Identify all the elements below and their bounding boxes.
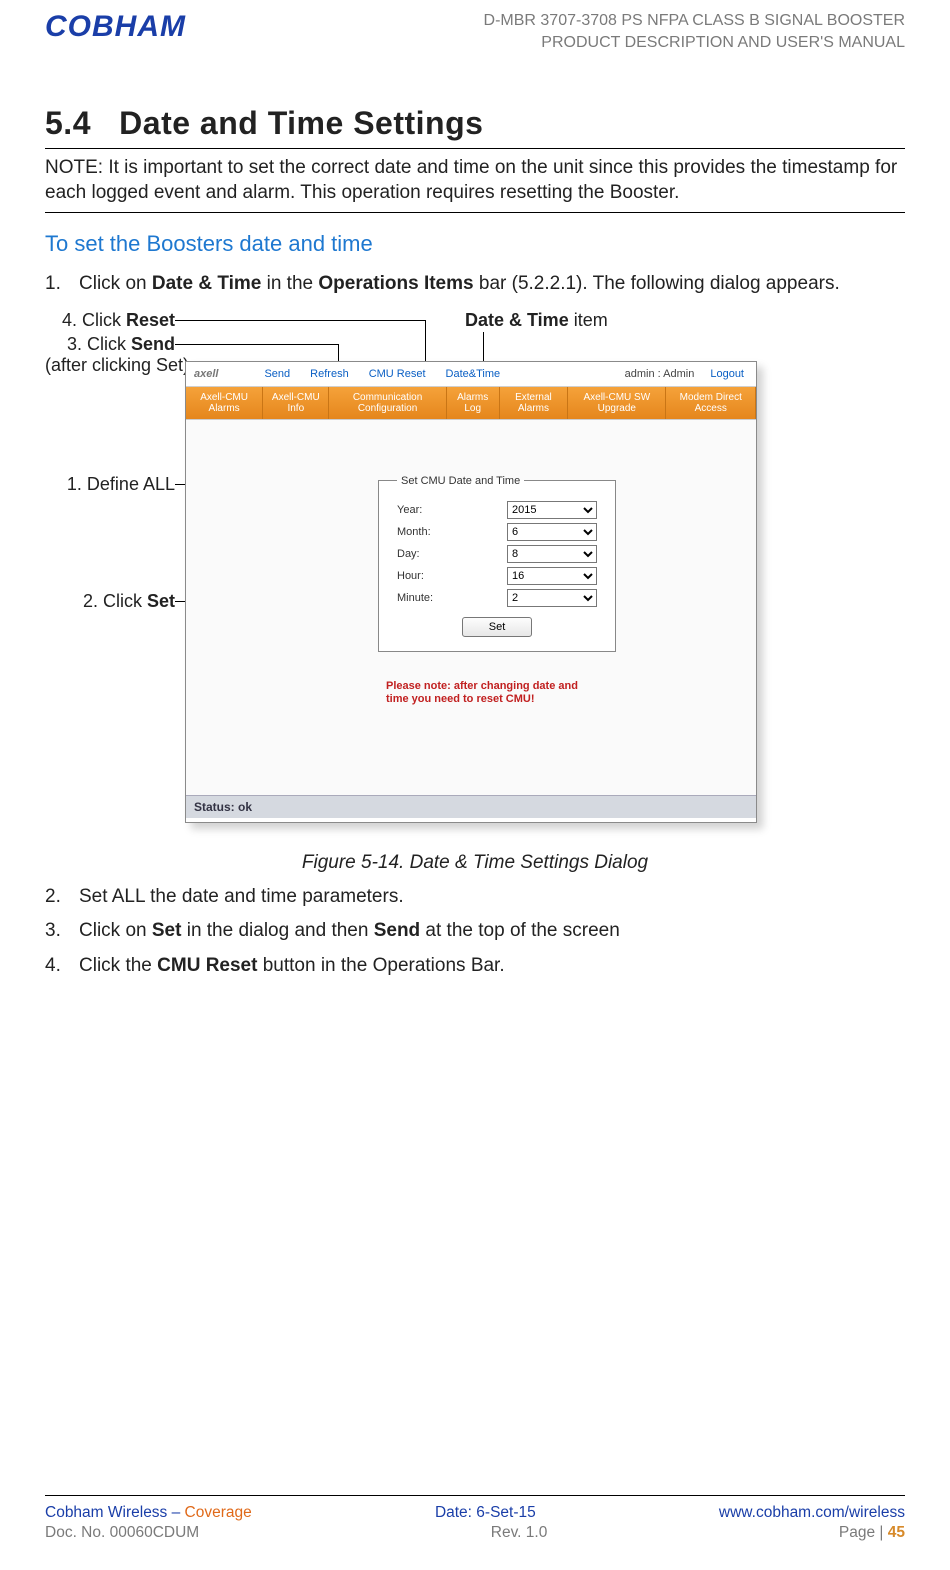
figure-area: Date & Time item 4. Click Reset 3. Click… <box>45 316 905 846</box>
screenshot-content: Set CMU Date and Time Year: 2015 Month: … <box>186 420 756 818</box>
step-3-b: Set <box>152 920 182 941</box>
step-3-number: 3. <box>45 918 61 945</box>
step-1-e: bar (5.2.2.1). The following dialog appe… <box>474 273 840 294</box>
month-select[interactable]: 6 <box>507 523 597 541</box>
step-4-c: button in the Operations Bar. <box>257 955 504 976</box>
step-4-number: 4. <box>45 953 61 980</box>
step-1: 1. Click on Date & Time in the Operation… <box>45 271 905 298</box>
minute-select[interactable]: 2 <box>507 589 597 607</box>
section-heading: 5.4 Date and Time Settings <box>45 105 905 142</box>
link-date-time[interactable]: Date&Time <box>442 368 505 380</box>
step-4-a: Click the <box>79 955 157 976</box>
admin-label: admin : Admin <box>625 368 695 380</box>
hour-label: Hour: <box>397 570 424 582</box>
year-select[interactable]: 2015 <box>507 501 597 519</box>
step-2-number: 2. <box>45 884 61 911</box>
step-1-a: Click on <box>79 273 152 294</box>
callout-send: 3. Click Send (after clicking Set) <box>45 334 175 376</box>
section-number: 5.4 <box>45 105 91 141</box>
footer-page-number: 45 <box>888 1524 905 1541</box>
fieldset-legend: Set CMU Date and Time <box>397 475 524 487</box>
link-refresh[interactable]: Refresh <box>306 368 353 380</box>
footer-page: Page | 45 <box>839 1524 905 1542</box>
footer-company: Cobham Wireless <box>45 1504 167 1521</box>
callout-reset: 4. Click Reset <box>45 310 175 331</box>
step-3-d: Send <box>374 920 420 941</box>
link-send[interactable]: Send <box>260 368 294 380</box>
footer-url: www.cobham.com/wireless <box>719 1504 905 1522</box>
callout-set-b: Set <box>147 591 175 611</box>
date-time-fieldset: Set CMU Date and Time Year: 2015 Month: … <box>378 475 616 652</box>
callout-send-a: 3. Click <box>67 334 131 354</box>
callout-send-b: Send <box>131 334 175 354</box>
footer-dash: – <box>167 1504 184 1521</box>
status-bar: Status: ok <box>186 795 756 818</box>
minute-label: Minute: <box>397 592 433 604</box>
doc-line-1: D-MBR 3707-3708 PS NFPA CLASS B SIGNAL B… <box>484 10 905 32</box>
callout-reset-a: 4. Click <box>62 310 126 330</box>
brand-text: axell <box>194 368 248 380</box>
step-1-d: Operations Items <box>318 273 473 294</box>
warning-text: Please note: after changing date and tim… <box>386 680 596 708</box>
tab-comm-config[interactable]: Communication Configuration <box>329 387 446 419</box>
callout-date-time-rest: item <box>569 310 608 330</box>
tab-sw-upgrade[interactable]: Axell-CMU SW Upgrade <box>568 387 666 419</box>
footer-rev: Rev. 1.0 <box>491 1524 548 1542</box>
callout-send-c: (after clicking Set) <box>45 355 189 376</box>
note-text: NOTE: It is important to set the correct… <box>45 155 905 206</box>
footer-date: Date: 6-Set-15 <box>435 1504 536 1522</box>
note-rule <box>45 212 905 213</box>
footer-page-label: Page | <box>839 1524 888 1541</box>
day-label: Day: <box>397 548 420 560</box>
heading-rule <box>45 148 905 149</box>
section-title-text: Date and Time Settings <box>119 105 483 141</box>
step-4: 4. Click the CMU Reset button in the Ope… <box>45 953 905 980</box>
tab-alarms-log[interactable]: Alarms Log <box>447 387 500 419</box>
tab-ext-alarms[interactable]: External Alarms <box>500 387 568 419</box>
screenshot-dialog: axell Send Refresh CMU Reset Date&Time a… <box>185 361 757 823</box>
step-3: 3. Click on Set in the dialog and then S… <box>45 918 905 945</box>
callout-set-a: 2. Click <box>83 591 147 611</box>
ops-bar: axell Send Refresh CMU Reset Date&Time a… <box>186 362 756 387</box>
figure-caption: Figure 5-14. Date & Time Settings Dialog <box>45 852 905 874</box>
page-header: COBHAM D-MBR 3707-3708 PS NFPA CLASS B S… <box>45 10 905 55</box>
logo: COBHAM <box>45 10 186 44</box>
link-cmu-reset[interactable]: CMU Reset <box>365 368 430 380</box>
step-3-e: at the top of the screen <box>420 920 620 941</box>
step-4-b: CMU Reset <box>157 955 257 976</box>
step-3-c: in the dialog and then <box>181 920 373 941</box>
tab-info[interactable]: Axell-CMU Info <box>263 387 329 419</box>
doc-id: D-MBR 3707-3708 PS NFPA CLASS B SIGNAL B… <box>484 10 905 55</box>
footer-left-1: Cobham Wireless – Coverage <box>45 1504 252 1522</box>
set-button[interactable]: Set <box>462 617 532 637</box>
step-1-number: 1. <box>45 271 61 298</box>
callout-set: 2. Click Set <box>45 591 175 612</box>
footer-coverage: Coverage <box>185 1504 252 1521</box>
tab-alarms[interactable]: Axell-CMU Alarms <box>186 387 263 419</box>
year-label: Year: <box>397 504 422 516</box>
callout-date-time: Date & Time item <box>465 310 608 331</box>
callout-define: 1. Define ALL <box>45 474 175 495</box>
step-1-c: in the <box>261 273 318 294</box>
step-2-text: Set ALL the date and time parameters. <box>79 886 404 907</box>
page-footer: Cobham Wireless – Coverage Date: 6-Set-1… <box>45 1495 905 1542</box>
callout-define-text: 1. Define ALL <box>67 474 175 495</box>
link-logout[interactable]: Logout <box>706 368 748 380</box>
hour-select[interactable]: 16 <box>507 567 597 585</box>
tabs-row: Axell-CMU Alarms Axell-CMU Info Communic… <box>186 387 756 420</box>
step-3-a: Click on <box>79 920 152 941</box>
footer-docno: Doc. No. 00060CDUM <box>45 1524 199 1542</box>
procedure-heading: To set the Boosters date and time <box>45 231 905 257</box>
doc-line-2: PRODUCT DESCRIPTION AND USER'S MANUAL <box>484 32 905 54</box>
callout-date-time-bold: Date & Time <box>465 310 569 330</box>
callout-reset-b: Reset <box>126 310 175 330</box>
month-label: Month: <box>397 526 431 538</box>
tab-modem[interactable]: Modem Direct Access <box>666 387 756 419</box>
step-2: 2. Set ALL the date and time parameters. <box>45 884 905 911</box>
step-1-b: Date & Time <box>152 273 261 294</box>
day-select[interactable]: 8 <box>507 545 597 563</box>
